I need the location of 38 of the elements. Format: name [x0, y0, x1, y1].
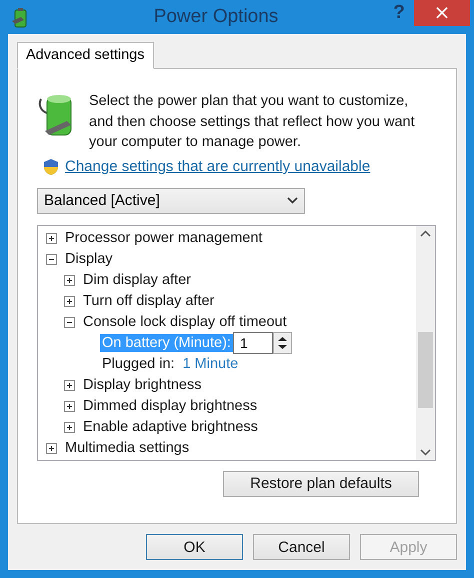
- expand-icon[interactable]: [64, 400, 75, 412]
- tree-item[interactable]: Turn off display after: [81, 292, 216, 310]
- chevron-down-icon: [420, 448, 431, 456]
- expand-icon[interactable]: [46, 442, 57, 454]
- scroll-thumb[interactable]: [418, 332, 433, 408]
- expand-icon[interactable]: [64, 422, 75, 432]
- spin-button[interactable]: [272, 332, 292, 354]
- shield-icon: [43, 158, 59, 176]
- chevron-down-icon: [287, 197, 298, 204]
- expand-icon[interactable]: [64, 380, 75, 390]
- up-down-arrows-icon: [278, 336, 287, 350]
- expand-icon[interactable]: [64, 274, 75, 286]
- window-title: Power Options: [152, 6, 280, 28]
- tree-item[interactable]: Multimedia settings: [63, 439, 192, 457]
- dialog-button[interactable]: OK: [146, 534, 243, 560]
- tree-item[interactable]: Enable adaptive brightness: [81, 418, 260, 436]
- expand-icon[interactable]: [46, 232, 57, 244]
- expand-icon[interactable]: [64, 296, 75, 306]
- minutes-field[interactable]: 1: [232, 332, 273, 354]
- setting-label[interactable]: Plugged in:: [100, 355, 177, 373]
- collapse-icon[interactable]: [64, 316, 75, 328]
- collapse-icon[interactable]: [46, 254, 57, 264]
- close-button[interactable]: ×: [414, 0, 470, 26]
- tree-item[interactable]: Processor power management: [63, 229, 264, 247]
- tree-item[interactable]: Display: [63, 250, 115, 268]
- chevron-up-icon: [420, 230, 431, 236]
- tab[interactable]: Advanced settings: [17, 42, 154, 69]
- plan-dropdown[interactable]: Balanced [Active]: [37, 188, 305, 214]
- instructions-text: Select the power plan that you want to customize, and then choose settings that reflect how you want your computer to manage power.: [89, 92, 416, 152]
- dialog-button[interactable]: Cancel: [253, 534, 350, 560]
- tree-item[interactable]: Display brightness: [81, 376, 204, 394]
- scrollbar[interactable]: [416, 226, 435, 460]
- restore-defaults-button[interactable]: Restore plan defaults: [223, 470, 419, 496]
- tree-item[interactable]: Dim display after: [81, 271, 193, 289]
- change-settings-link[interactable]: Change settings that are currently unavailable: [65, 158, 370, 175]
- tree-item[interactable]: Dimmed display brightness: [81, 397, 260, 415]
- tree-item[interactable]: Console lock display off timeout: [81, 313, 289, 331]
- setting-value[interactable]: 1 Minute: [182, 356, 238, 372]
